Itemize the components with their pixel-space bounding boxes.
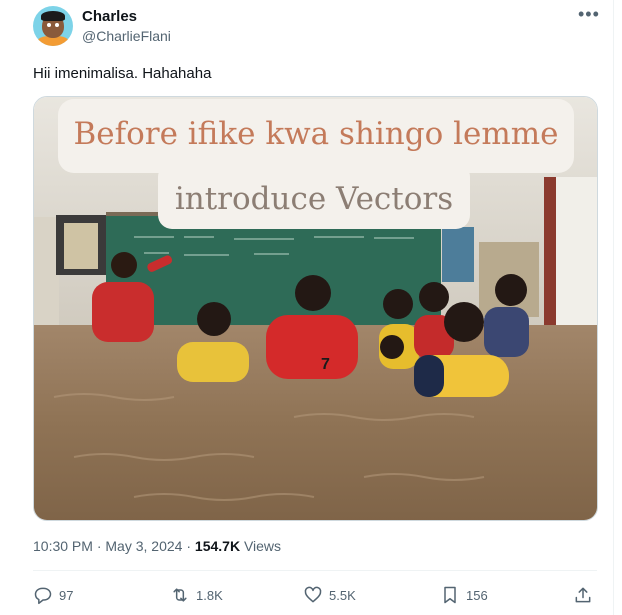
tweet-card: Charles @CharlieFlani ••• Hii imenimalis… bbox=[0, 0, 614, 615]
avatar-eye bbox=[47, 23, 51, 27]
tweet-text: Hii imenimalisa. Hahahaha bbox=[33, 65, 212, 82]
bookmark-icon bbox=[444, 586, 456, 604]
avatar[interactable] bbox=[33, 6, 73, 46]
divider bbox=[33, 570, 597, 571]
picture-inner bbox=[64, 223, 98, 269]
bookmark-button[interactable]: 156 bbox=[440, 585, 488, 605]
tweet-date[interactable]: May 3, 2024 bbox=[105, 538, 182, 554]
like-button[interactable]: 5.5K bbox=[303, 585, 356, 605]
tweet-image[interactable]: 7 Before ifike kwa shingo lemme introduc… bbox=[33, 96, 598, 521]
caption-line-1: Before ifike kwa shingo lemme bbox=[73, 116, 558, 152]
views-count: 154.7K bbox=[194, 538, 241, 554]
caption-line-2: introduce Vectors bbox=[175, 181, 453, 217]
repost-icon bbox=[173, 588, 187, 602]
repost-count: 1.8K bbox=[196, 587, 223, 603]
meta-separator: · bbox=[96, 538, 102, 554]
views-label: Views bbox=[243, 538, 282, 554]
like-icon bbox=[304, 586, 322, 603]
action-bar: 97 1.8K 5.5K 156 bbox=[33, 585, 598, 609]
meta-separator: · bbox=[186, 538, 192, 554]
student-head bbox=[380, 335, 404, 359]
repost-button[interactable]: 1.8K bbox=[170, 585, 223, 605]
reply-count: 97 bbox=[59, 587, 74, 603]
more-icon[interactable]: ••• bbox=[578, 4, 600, 25]
display-name[interactable]: Charles bbox=[82, 8, 137, 25]
reply-button[interactable]: 97 bbox=[33, 585, 73, 605]
bookmark-count: 156 bbox=[466, 587, 488, 603]
tweet-time[interactable]: 10:30 PM bbox=[33, 538, 93, 554]
cabinet bbox=[34, 217, 59, 337]
user-handle[interactable]: @CharlieFlani bbox=[82, 28, 171, 44]
notice-board bbox=[442, 227, 474, 282]
like-count: 5.5K bbox=[329, 587, 356, 603]
share-button[interactable] bbox=[573, 585, 593, 605]
share-icon bbox=[575, 587, 591, 603]
avatar-eye bbox=[55, 23, 59, 27]
avatar-hair bbox=[41, 11, 65, 21]
svg-text:7: 7 bbox=[321, 356, 330, 373]
tweet-meta: 10:30 PM · May 3, 2024 · 154.7K Views bbox=[33, 538, 281, 554]
reply-icon bbox=[34, 587, 52, 605]
